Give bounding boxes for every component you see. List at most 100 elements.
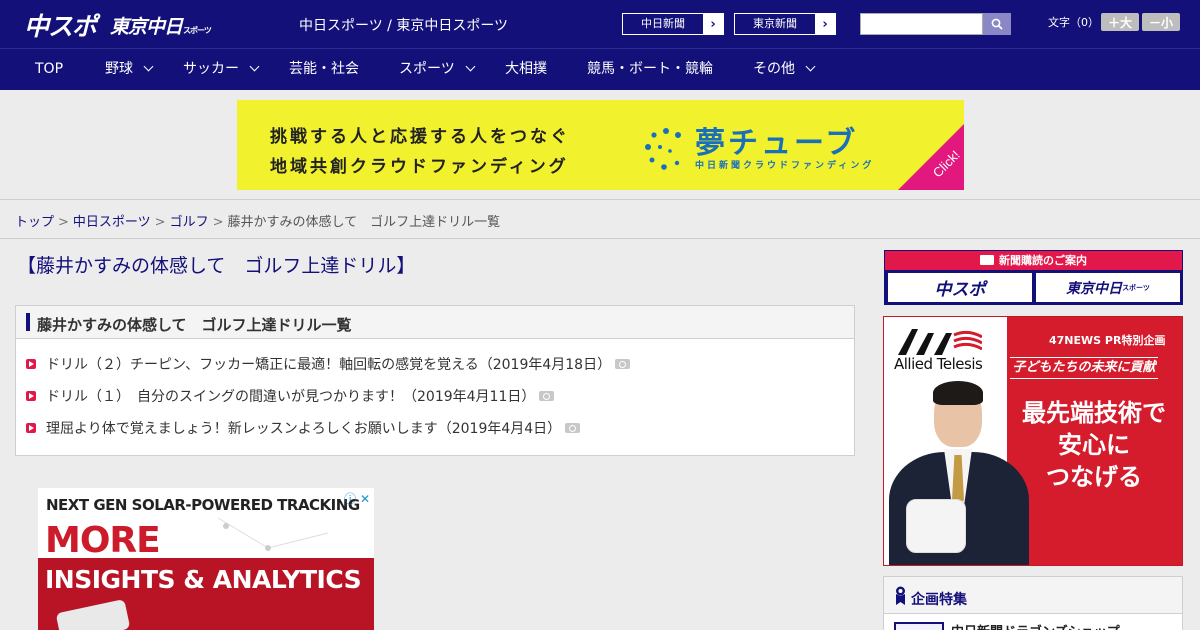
- nav-label: スポーツ: [399, 61, 455, 77]
- ribbon-icon: [896, 586, 905, 605]
- tokyo-logo-small: スポーツ: [183, 26, 212, 35]
- chevron-right-icon: ›: [815, 14, 835, 34]
- subscription-header-label: 新聞購読のご案内: [999, 254, 1087, 267]
- ad-headline-1: 最先端技術で: [1022, 399, 1166, 427]
- tokyo-shimbun-button[interactable]: 東京新聞 ›: [734, 13, 836, 35]
- breadcrumb-link-golf[interactable]: ゴルフ: [170, 215, 209, 230]
- chunichi-shimbun-label: 中日新聞: [641, 17, 685, 30]
- bullet-arrow-icon: [26, 359, 36, 369]
- allied-telesis-logo-icon: [898, 329, 982, 355]
- breadcrumb-link-top[interactable]: トップ: [15, 215, 54, 230]
- heading-bar: [26, 313, 30, 331]
- search-input[interactable]: [860, 13, 983, 35]
- chevron-right-icon: ›: [703, 14, 723, 34]
- yume-tube-subtitle: 中日新聞クラウドファンディング: [695, 161, 875, 171]
- nav-label: 競馬・ボート・競輪: [587, 61, 713, 77]
- feature-header: 企画特集: [884, 577, 1182, 614]
- ad-headline-2: 安心に: [1058, 431, 1130, 459]
- camera-icon: [565, 423, 581, 433]
- allied-telesis-ad[interactable]: Allied Telesis 47NEWS PR特別企画 子どもたちの未来に貢献…: [883, 316, 1183, 566]
- bullet-arrow-icon: [26, 391, 36, 401]
- nav-item-soccer[interactable]: サッカー: [183, 49, 260, 90]
- tokyo-chunichi-logo[interactable]: 東京中日スポーツ: [110, 12, 212, 39]
- breadcrumb: トップ > 中日スポーツ > ゴルフ > 藤井かすみの体感して ゴルフ上達ドリル一覧: [15, 211, 500, 230]
- subscription-box[interactable]: 新聞購読のご案内 中スポ 東京中日 スポーツ: [884, 250, 1183, 305]
- nav-label: 大相撲: [505, 61, 547, 77]
- article-list-header: 藤井かすみの体感して ゴルフ上達ドリル一覧: [16, 306, 854, 339]
- article-list: 藤井かすみの体感して ゴルフ上達ドリル一覧 ドリル（２）チーピン、フッカー矯正に…: [15, 305, 855, 456]
- article-link[interactable]: 理屈より体で覚えましょう！新レッスンよろしくお願いします（2019年4月4日）: [46, 418, 561, 438]
- nav-label: 芸能・社会: [289, 61, 359, 77]
- breadcrumb-separator: >: [154, 215, 166, 230]
- divider: [0, 238, 1200, 239]
- article-link[interactable]: ドリル（２）チーピン、フッカー矯正に最適！軸回転の感覚を覚える（2019年4月1…: [46, 354, 611, 374]
- tokyo-shimbun-label: 東京新聞: [753, 17, 797, 30]
- chuspo-logo[interactable]: 中スポ: [24, 7, 97, 43]
- feature-item-link[interactable]: 中日新聞ドラゴンズショップ: [951, 621, 1120, 630]
- yume-tube-banner[interactable]: 挑戦する人と応援する人をつなぐ 地域共創クラウドファンディング 夢チューブ 中日…: [237, 100, 964, 190]
- yume-tube-logo: 夢チューブ: [695, 126, 859, 161]
- nav-label: TOP: [35, 61, 64, 77]
- nav-item-sports[interactable]: スポーツ: [399, 49, 476, 90]
- main-nav: TOP 野球 サッカー 芸能・社会 スポーツ 大相撲 競馬・ボート・競輪 その他: [0, 48, 1200, 90]
- subscription-tokyo-logo[interactable]: 東京中日 スポーツ: [1036, 273, 1180, 302]
- newspaper-icon: [980, 255, 994, 265]
- banner-line1: 挑戦する人と応援する人をつなぐ: [270, 127, 570, 147]
- tokyo-logo-text: 東京中日: [110, 16, 183, 38]
- font-smaller-button[interactable]: －小: [1142, 13, 1180, 31]
- feature-title: 企画特集: [911, 592, 967, 608]
- chevron-down-icon: [143, 61, 154, 72]
- nav-item-entertainment[interactable]: 芸能・社会: [289, 49, 359, 90]
- chunichi-shimbun-button[interactable]: 中日新聞 ›: [622, 13, 724, 35]
- subscription-tokyo-small: スポーツ: [1122, 283, 1150, 292]
- subscription-tokyo-text: 東京中日: [1066, 280, 1123, 297]
- breadcrumb-separator: >: [212, 215, 224, 230]
- subscription-header: 新聞購読のご案内: [885, 251, 1182, 270]
- ad-headline-3: つなげる: [1046, 463, 1142, 491]
- breadcrumb-separator: >: [58, 215, 69, 230]
- list-item[interactable]: ドリル（２）チーピン、フッカー矯正に最適！軸回転の感覚を覚える（2019年4月1…: [26, 354, 631, 374]
- nav-label: 野球: [105, 61, 133, 77]
- chevron-down-icon: [805, 61, 816, 72]
- breadcrumb-current: 藤井かすみの体感して ゴルフ上達ドリル一覧: [227, 215, 501, 230]
- yume-tube-dots-icon: [645, 128, 681, 170]
- feature-box: 企画特集 中日新聞ドラゴンズショップ: [883, 576, 1183, 630]
- ad-access-point-device: [906, 499, 966, 553]
- allied-telesis-brand: Allied Telesis: [894, 355, 983, 373]
- solar-tracking-ad[interactable]: NEXT GEN SOLAR-POWERED TRACKING MORE INS…: [38, 488, 374, 630]
- search-button[interactable]: [983, 13, 1011, 35]
- subscription-chuspo-logo[interactable]: 中スポ: [888, 273, 1032, 302]
- breadcrumb-link-chunichi-sports[interactable]: 中日スポーツ: [73, 215, 151, 230]
- chevron-down-icon: [465, 61, 476, 72]
- feature-thumbnail[interactable]: [894, 622, 944, 630]
- bullet-arrow-icon: [26, 423, 36, 433]
- page-title: 【藤井かすみの体感して ゴルフ上達ドリル】: [17, 255, 416, 277]
- chevron-down-icon: [249, 61, 260, 72]
- ad-line3: INSIGHTS & ANALYTICS: [45, 565, 362, 594]
- click-corner-icon[interactable]: Click!: [898, 124, 964, 190]
- camera-icon: [615, 359, 631, 369]
- ad-pr-label: 47NEWS PR特別企画: [1049, 334, 1166, 347]
- ad-line2: MORE: [45, 520, 161, 561]
- list-item[interactable]: ドリル（１） 自分のスイングの間違いが見つかります！（2019年4月11日）: [26, 386, 555, 406]
- nav-item-baseball[interactable]: 野球: [105, 49, 154, 90]
- divider: [0, 199, 1200, 200]
- nav-item-top[interactable]: TOP: [35, 49, 63, 90]
- list-item[interactable]: 理屈より体で覚えましょう！新レッスンよろしくお願いします（2019年4月4日）: [26, 418, 581, 438]
- site-header: 中スポ 東京中日スポーツ 中日スポーツ / 東京中日スポーツ 中日新聞 › 東京…: [0, 0, 1200, 48]
- ad-person-hair: [933, 381, 983, 405]
- nav-item-other[interactable]: その他: [753, 49, 816, 90]
- nav-item-racing[interactable]: 競馬・ボート・競輪: [587, 49, 713, 90]
- search-icon: [991, 18, 1003, 30]
- nav-label: サッカー: [183, 61, 239, 77]
- article-list-title: 藤井かすみの体感して ゴルフ上達ドリル一覧: [37, 316, 352, 334]
- font-larger-button[interactable]: ＋大: [1101, 13, 1139, 31]
- site-title[interactable]: 中日スポーツ / 東京中日スポーツ: [299, 15, 508, 35]
- adchoices-icon[interactable]: ⓘ ✕: [344, 490, 370, 507]
- ad-kicker: 子どもたちの未来に貢献: [1010, 357, 1158, 379]
- nav-label: その他: [753, 61, 795, 77]
- banner-line2: 地域共創クラウドファンディング: [270, 157, 569, 177]
- ad-line1: NEXT GEN SOLAR-POWERED TRACKING: [46, 496, 360, 514]
- nav-item-sumo[interactable]: 大相撲: [505, 49, 547, 90]
- article-link[interactable]: ドリル（１） 自分のスイングの間違いが見つかります！（2019年4月11日）: [46, 386, 535, 406]
